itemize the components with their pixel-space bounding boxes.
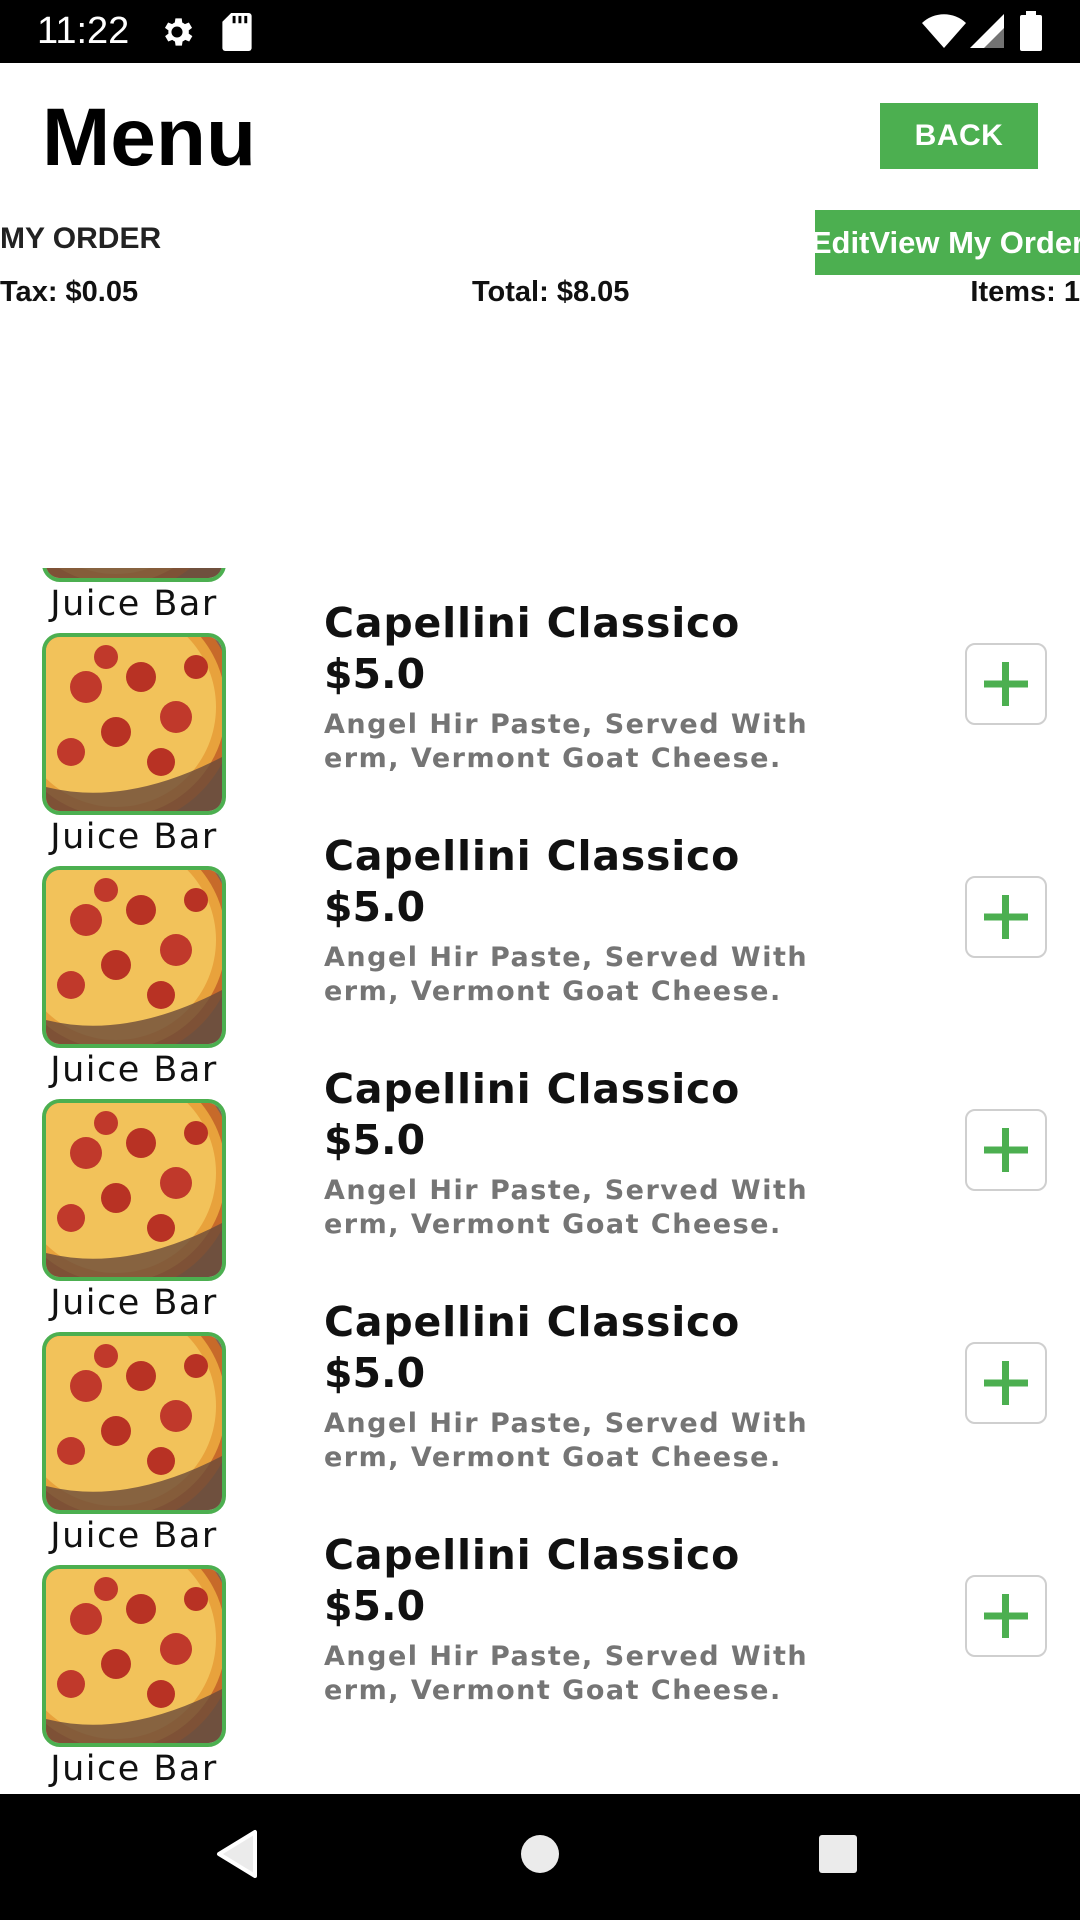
menu-item-description: Angel Hir Paste, Served With erm, Vermon… <box>324 1408 809 1473</box>
menu-item-name: Capellini Classico <box>324 599 741 647</box>
pizza-image <box>42 866 226 1048</box>
plus-icon <box>982 1359 1030 1407</box>
items-count-text: Items: 1 <box>970 276 1080 308</box>
menu-item-description: Angel Hir Paste, Served With erm, Vermon… <box>324 1641 809 1706</box>
add-item-button[interactable] <box>965 1575 1047 1657</box>
navigation-bar <box>0 1794 1080 1920</box>
pizza-image <box>42 1332 226 1514</box>
menu-item-info: Capellini Classico $5.0 Angel Hir Paste,… <box>324 831 884 1009</box>
menu-item-info: Capellini Classico $5.0 Angel Hir Paste,… <box>324 1064 884 1242</box>
back-button[interactable]: BACK <box>880 103 1038 169</box>
signal-icon <box>970 14 1004 53</box>
menu-item-price: $5.0 <box>324 1116 426 1164</box>
home-circle-icon[interactable] <box>519 1828 561 1885</box>
my-order-label: MY ORDER <box>0 222 162 255</box>
menu-item-info: Capellini Classico $5.0 Angel Hir Paste,… <box>324 1297 884 1475</box>
page-title: Menu <box>42 92 257 183</box>
menu-item-info: Capellini Classico $5.0 Angel Hir Paste,… <box>324 1530 884 1708</box>
pizza-image <box>42 633 226 815</box>
menu-item-price: $5.0 <box>324 650 426 698</box>
pizza-image <box>42 1099 226 1281</box>
plus-icon <box>982 660 1030 708</box>
back-triangle-icon[interactable] <box>215 1829 259 1884</box>
pizza-image <box>42 1565 226 1747</box>
add-item-button[interactable] <box>965 876 1047 958</box>
menu-item-category: Juice Bar <box>50 1516 218 1556</box>
plus-icon <box>982 893 1030 941</box>
edit-view-order-button[interactable]: EditView My Order <box>815 210 1080 275</box>
menu-item-thumbnail[interactable]: Juice Bar <box>42 1332 226 1556</box>
menu-item-info: Capellini Classico $5.0 Angel Hir Paste,… <box>324 598 884 776</box>
add-item-button[interactable] <box>965 1109 1047 1191</box>
menu-item-description: Angel Hir Paste, Served With erm, Vermon… <box>324 942 809 1007</box>
battery-icon <box>1020 11 1042 56</box>
pizza-image <box>42 568 226 582</box>
menu-item-category: Juice Bar <box>50 817 218 857</box>
menu-item-category: Juice Bar <box>50 584 218 624</box>
menu-item-thumbnail[interactable]: Juice Bar <box>42 633 226 857</box>
menu-item-name: Capellini Classico <box>324 1298 741 1346</box>
wifi-icon <box>922 14 966 53</box>
menu-item-name: Capellini Classico <box>324 1065 741 1113</box>
menu-item-name: Capellini Classico <box>324 832 741 880</box>
menu-item-thumbnail[interactable]: Juice Bar <box>42 1565 226 1789</box>
plus-icon <box>982 1126 1030 1174</box>
sd-card-icon <box>222 13 252 56</box>
plus-icon <box>982 1592 1030 1640</box>
menu-item-category: Juice Bar <box>50 1283 218 1323</box>
total-text: Total: $8.05 <box>472 276 630 308</box>
menu-item-name: Capellini Classico <box>324 1531 741 1579</box>
status-bar: 11:22 <box>0 0 1080 63</box>
status-time: 11:22 <box>37 10 130 52</box>
menu-item-description: Angel Hir Paste, Served With erm, Vermon… <box>324 709 809 774</box>
gear-icon <box>158 13 196 56</box>
menu-item-price: $5.0 <box>324 883 426 931</box>
menu-item-thumbnail[interactable]: Juice Bar <box>42 1099 226 1323</box>
menu-item-price: $5.0 <box>324 1349 426 1397</box>
menu-list[interactable]: Juice Bar Capellini Classico $5.0 Angel … <box>0 568 1080 1793</box>
menu-item-category: Juice Bar <box>50 1050 218 1090</box>
recents-square-icon[interactable] <box>817 1829 859 1886</box>
add-item-button[interactable] <box>965 643 1047 725</box>
menu-item-thumbnail[interactable]: Juice Bar <box>42 866 226 1090</box>
add-item-button[interactable] <box>965 1342 1047 1424</box>
menu-item-price: $5.0 <box>324 1582 426 1630</box>
menu-item-description: Angel Hir Paste, Served With erm, Vermon… <box>324 1175 809 1240</box>
menu-item-category: Juice Bar <box>50 1749 218 1789</box>
menu-item-thumbnail[interactable]: Juice Bar <box>42 568 226 624</box>
tax-text: Tax: $0.05 <box>0 276 139 308</box>
